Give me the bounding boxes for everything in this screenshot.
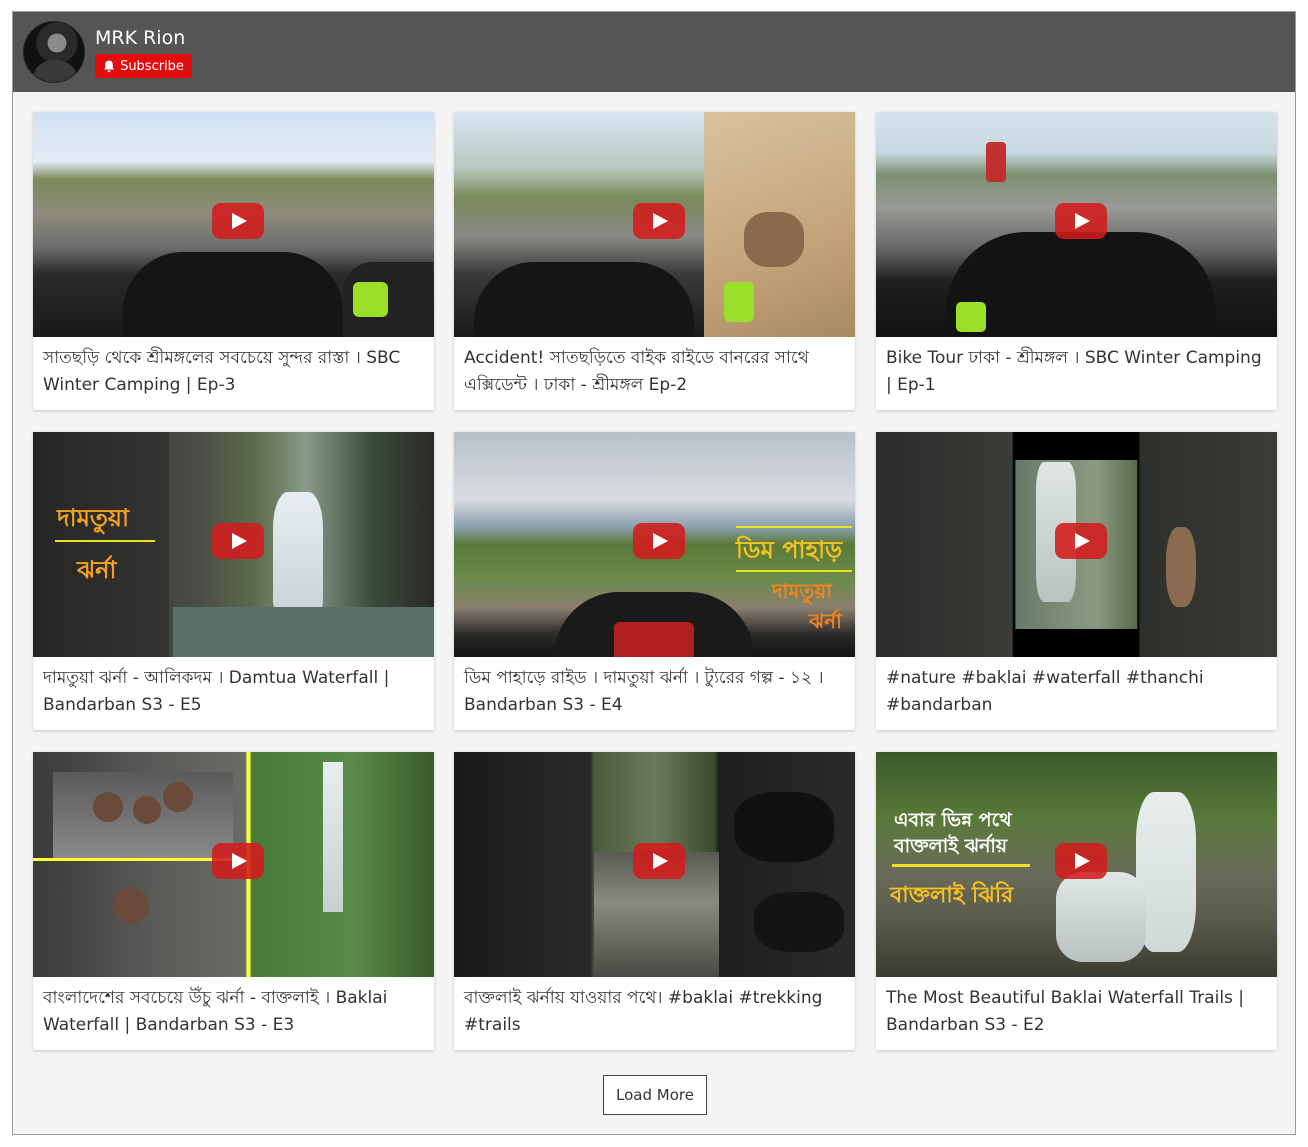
video-title[interactable]: The Most Beautiful Baklai Waterfall Trai… bbox=[876, 977, 1277, 1049]
video-card[interactable]: বাক্তলাই ঝর্নায় যাওয়ার পথে। #baklai #t… bbox=[454, 752, 855, 1050]
video-thumbnail[interactable] bbox=[33, 112, 434, 337]
channel-info: MRK Rion Subscribe bbox=[95, 26, 192, 78]
video-title[interactable]: সাতছড়ি থেকে শ্রীমঙ্গলের সবচেয়ে সুন্দর … bbox=[33, 337, 434, 409]
video-thumbnail[interactable] bbox=[454, 752, 855, 977]
thumbnail-overlay-text: দামতুয়া bbox=[57, 504, 130, 532]
play-button-icon[interactable] bbox=[1055, 523, 1107, 559]
video-card[interactable]: দামতুয়া ঝর্না দামতুয়া ঝর্না - আলিকদম ।… bbox=[33, 432, 434, 730]
play-button-icon[interactable] bbox=[212, 523, 264, 559]
video-thumbnail[interactable] bbox=[876, 432, 1277, 657]
video-card[interactable]: এবার ভিন্ন পথে বাক্তলাই ঝর্নায় বাক্তলাই… bbox=[876, 752, 1277, 1050]
video-thumbnail[interactable]: ডিম পাহাড় দামতুয়া ঝর্না bbox=[454, 432, 855, 657]
video-title[interactable]: Bike Tour ঢাকা - শ্রীমঙ্গল । SBC Winter … bbox=[876, 337, 1277, 409]
bell-icon bbox=[104, 60, 115, 72]
channel-header: MRK Rion Subscribe bbox=[13, 12, 1295, 92]
play-button-icon[interactable] bbox=[633, 523, 685, 559]
play-button-icon[interactable] bbox=[212, 203, 264, 239]
channel-avatar[interactable] bbox=[23, 21, 85, 83]
play-button-icon[interactable] bbox=[633, 843, 685, 879]
video-card[interactable]: Accident! সাতছড়িতে বাইক রাইডে বানরের সা… bbox=[454, 112, 855, 410]
video-thumbnail[interactable]: দামতুয়া ঝর্না bbox=[33, 432, 434, 657]
youtube-channel-widget: MRK Rion Subscribe সাতছড়ি থেকে শ্রীমঙ্গ… bbox=[12, 11, 1296, 1135]
video-title[interactable]: দামতুয়া ঝর্না - আলিকদম । Damtua Waterfa… bbox=[33, 657, 434, 729]
video-card[interactable]: Bike Tour ঢাকা - শ্রীমঙ্গল । SBC Winter … bbox=[876, 112, 1277, 410]
thumbnail-overlay-text: ডিম পাহাড় bbox=[736, 536, 843, 564]
video-card[interactable]: বাংলাদেশের সবচেয়ে উঁচু ঝর্না - বাক্তলাই… bbox=[33, 752, 434, 1050]
video-thumbnail[interactable] bbox=[454, 112, 855, 337]
subscribe-label: Subscribe bbox=[120, 58, 184, 74]
play-button-icon[interactable] bbox=[1055, 203, 1107, 239]
thumbnail-overlay-text: দামতুয়া bbox=[772, 579, 833, 603]
video-card[interactable]: সাতছড়ি থেকে শ্রীমঙ্গলের সবচেয়ে সুন্দর … bbox=[33, 112, 434, 410]
thumbnail-overlay-text: বাক্তলাই ঝর্নায় bbox=[894, 835, 1008, 857]
play-button-icon[interactable] bbox=[1055, 843, 1107, 879]
load-more-button[interactable]: Load More bbox=[603, 1075, 707, 1115]
play-button-icon[interactable] bbox=[633, 203, 685, 239]
thumbnail-overlay-text: বাক্তলাই ঝিরি bbox=[890, 883, 1014, 908]
play-button-icon[interactable] bbox=[212, 843, 264, 879]
video-thumbnail[interactable] bbox=[33, 752, 434, 977]
video-card[interactable]: #nature #baklai #waterfall #thanchi #ban… bbox=[876, 432, 1277, 730]
subscribe-button[interactable]: Subscribe bbox=[95, 54, 192, 78]
video-thumbnail[interactable]: এবার ভিন্ন পথে বাক্তলাই ঝর্নায় বাক্তলাই… bbox=[876, 752, 1277, 977]
channel-name[interactable]: MRK Rion bbox=[95, 26, 192, 50]
video-thumbnail[interactable] bbox=[876, 112, 1277, 337]
thumbnail-overlay-text: ঝর্না bbox=[809, 609, 842, 633]
video-title[interactable]: Accident! সাতছড়িতে বাইক রাইডে বানরের সা… bbox=[454, 337, 855, 409]
thumbnail-overlay-text: ঝর্না bbox=[77, 556, 117, 584]
video-title[interactable]: বাংলাদেশের সবচেয়ে উঁচু ঝর্না - বাক্তলাই… bbox=[33, 977, 434, 1049]
video-title[interactable]: #nature #baklai #waterfall #thanchi #ban… bbox=[876, 657, 1277, 729]
video-card[interactable]: ডিম পাহাড় দামতুয়া ঝর্না ডিম পাহাড়ে রা… bbox=[454, 432, 855, 730]
video-title[interactable]: বাক্তলাই ঝর্নায় যাওয়ার পথে। #baklai #t… bbox=[454, 977, 855, 1049]
video-title[interactable]: ডিম পাহাড়ে রাইড । দামতুয়া ঝর্না । ট্যু… bbox=[454, 657, 855, 729]
